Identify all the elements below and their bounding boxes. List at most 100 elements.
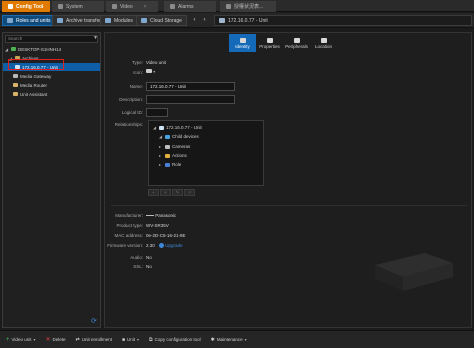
expand-icon[interactable]: ▸ <box>159 144 163 149</box>
tab-location[interactable]: Location <box>310 34 337 52</box>
tab-roles-and-units[interactable]: Roles and units <box>2 15 56 26</box>
entity-tree-panel: Search ▼ ◢ DESKTOP-S1HNH14 ◢ Archiver 17… <box>2 32 101 328</box>
tab-license-report-label: 授權状況表... <box>234 4 264 10</box>
tab-modules[interactable]: Modules <box>100 15 138 26</box>
expand-icon[interactable]: ◢ <box>5 47 9 52</box>
tab-system[interactable]: System <box>52 1 104 12</box>
product-type-label: Product type: <box>116 223 143 228</box>
camera-icon <box>165 144 170 149</box>
chevron-down-icon: ▾ <box>153 69 156 74</box>
upgrade-icon[interactable] <box>159 243 165 249</box>
mac-address-value: 0e-2D-C5-16-21-8E <box>146 233 186 238</box>
unit-menu-label: Unit <box>127 337 136 342</box>
logical-id-field[interactable] <box>146 108 168 117</box>
relationship-role[interactable]: ▸ Role <box>159 161 181 168</box>
tab-cloud-storage[interactable]: Cloud Storage <box>136 15 187 26</box>
expand-icon[interactable]: ◢ <box>159 134 163 139</box>
copy-icon: ⧉ <box>149 336 153 343</box>
cloud-icon <box>141 18 147 23</box>
tree-item-label: Media Gateway <box>20 73 52 79</box>
unit-assistant-icon <box>13 92 18 96</box>
tree-item-server[interactable]: ◢ DESKTOP-S1HNH14 <box>5 45 61 53</box>
type-label: Type: <box>131 60 143 65</box>
search-input[interactable]: Search <box>5 35 98 43</box>
name-label: Name: <box>129 84 143 89</box>
edit-relationship-icon[interactable]: ✎ <box>172 189 183 196</box>
relationship-child-devices[interactable]: ◢ Child devices <box>159 133 199 140</box>
breadcrumb-text: 172.16.0.77 - Unit <box>228 17 268 24</box>
icon-picker[interactable]: ▾ <box>146 69 155 74</box>
bottom-action-bar: + Video unit ▾ ✕ Delete ⇄ Unit enrollmen… <box>0 330 474 348</box>
audio-label: Audio: <box>130 255 143 260</box>
copy-configuration-button[interactable]: ⧉ Copy configuration tool <box>149 337 201 343</box>
name-field[interactable]: 172.16.0.77 - Unit <box>146 82 235 91</box>
tab-license-report[interactable]: 授權状況表... <box>220 1 276 12</box>
unit-enrollment-button[interactable]: ⇄ Unit enrollment <box>76 337 112 343</box>
delete-button[interactable]: ✕ Delete <box>45 336 65 343</box>
tab-config-tool-label: Config Tool <box>16 3 44 10</box>
remove-relationship-icon[interactable]: × <box>160 189 171 196</box>
upgrade-link[interactable]: Upgrade <box>165 243 182 248</box>
relationship-actions[interactable]: ▸ Actions <box>159 152 187 159</box>
tab-alarms-label: Alarms <box>178 3 194 10</box>
tab-video[interactable]: Video × <box>106 1 158 12</box>
tab-alarms[interactable]: Alarms <box>164 1 216 12</box>
breadcrumb[interactable]: 172.16.0.77 - Unit <box>214 15 472 26</box>
jump-relationship-icon[interactable]: ↗ <box>184 189 195 196</box>
tab-location-label: Location <box>314 43 332 49</box>
tree-item-media-gateway[interactable]: Media Gateway <box>13 72 51 80</box>
task-toolbar: Roles and units Archive transfer Modules… <box>0 13 474 28</box>
relationship-toolbar: + × ✎ ↗ <box>148 189 196 196</box>
relationship-root[interactable]: ◢ 172.16.0.77 - Unit <box>153 124 202 131</box>
expand-icon[interactable]: ▸ <box>159 162 163 167</box>
relationship-label: Child devices <box>172 134 199 139</box>
back-arrow-icon[interactable]: ‹ <box>190 16 199 25</box>
close-icon[interactable]: × <box>144 4 147 10</box>
tab-config-tool[interactable]: Config Tool <box>2 1 50 12</box>
peripherals-icon <box>293 37 300 43</box>
add-video-unit-label: Video unit <box>11 337 32 342</box>
alarm-icon <box>170 4 175 9</box>
enrollment-icon: ⇄ <box>75 336 80 343</box>
tab-peripherals[interactable]: Peripherals <box>283 34 310 52</box>
tree-item-label: Unit Assistant <box>20 91 48 97</box>
unit-menu-button[interactable]: ■ Unit ▾ <box>122 337 139 343</box>
relationship-label: Role <box>172 162 182 167</box>
copy-configuration-label: Copy configuration tool <box>154 337 201 342</box>
tab-identity[interactable]: Identity <box>229 34 256 52</box>
audio-value: No <box>146 255 152 260</box>
tab-archive-transfer[interactable]: Archive transfer <box>52 15 107 26</box>
unit-enrollment-label: Unit enrollment <box>81 337 112 342</box>
tab-properties[interactable]: Properties <box>256 34 283 52</box>
tree-item-label: Media Router <box>20 82 48 88</box>
add-relationship-icon[interactable]: + <box>148 189 159 196</box>
add-video-unit-button[interactable]: + Video unit ▾ <box>6 337 35 343</box>
tab-video-label: Video <box>120 3 133 10</box>
relationship-cameras[interactable]: ▸ Cameras <box>159 143 190 150</box>
refresh-icon[interactable]: ⟳ <box>91 317 97 325</box>
tab-archive-transfer-label: Archive transfer <box>66 17 102 24</box>
firmware-value-row: 2.30 Upgrade <box>146 243 183 249</box>
expand-icon[interactable]: ▸ <box>159 153 163 158</box>
maintenance-button[interactable]: ✱ Maintenance ▾ <box>211 337 247 343</box>
wrench-icon: ✱ <box>210 336 215 343</box>
tree-item-label: DESKTOP-S1HNH14 <box>18 46 62 52</box>
filter-icon[interactable]: ▼ <box>93 35 98 41</box>
expand-icon[interactable]: ◢ <box>153 125 157 130</box>
relationship-label: 172.16.0.77 - Unit <box>166 125 202 130</box>
forward-arrow-icon[interactable]: › <box>200 16 209 25</box>
config-tool-icon <box>8 4 13 9</box>
chevron-down-icon: ▾ <box>244 337 247 342</box>
type-value: Video unit <box>146 60 166 65</box>
actions-icon <box>165 153 170 158</box>
description-field[interactable] <box>146 95 235 104</box>
product-type-value: WV-SR35V <box>146 223 169 228</box>
tree-item-media-router[interactable]: Media Router <box>13 81 47 89</box>
role-icon <box>165 162 170 167</box>
modules-icon <box>105 18 111 23</box>
top-tab-bar: Config Tool System Video × Alarms 授權状況表.… <box>0 0 474 12</box>
tree-item-unit-assistant[interactable]: Unit Assistant <box>13 90 47 98</box>
relationships-label: Relationships: <box>114 122 143 127</box>
section-divider <box>111 205 467 206</box>
tab-cloud-storage-label: Cloud Storage <box>150 17 182 24</box>
